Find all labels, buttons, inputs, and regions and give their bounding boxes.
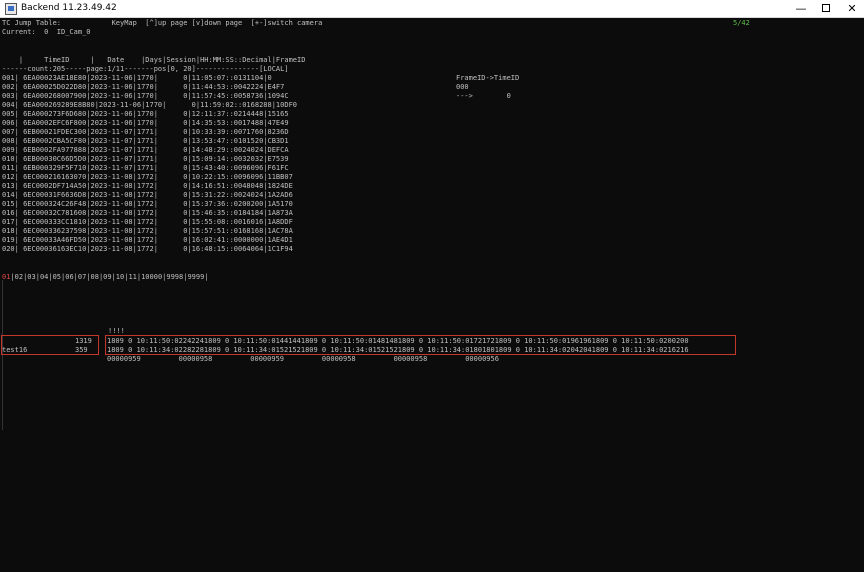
table-row: 016| 6EC00032C781608|2023-11-08|1772| 0|… (2, 209, 293, 217)
table-row: 004| 6EA000269289E8B80|2023-11-06|1770| … (2, 101, 298, 109)
page-counter: 5/42 (733, 19, 750, 27)
window-title: Backend 11.23.49.42 (21, 3, 117, 13)
scroll-guide (2, 280, 3, 430)
current-camera-line: Current: 0 ID_Cam_0 (2, 28, 91, 36)
table-row: 009| 6EB0002FA977888|2023-11-07|1771| 0|… (2, 146, 289, 154)
table-row: 013| 6EC0002DF714A50|2023-11-08|1772| 0|… (2, 182, 293, 190)
stream-row-2-count: 359 (75, 346, 88, 354)
page-list[interactable]: 01|02|03|04|05|06|07|08|09|10|11|10000|9… (2, 273, 209, 282)
table-row: 007| 6EB00021FDEC300|2023-11-07|1771| 0|… (2, 128, 289, 136)
maximize-button[interactable] (812, 0, 840, 18)
table-row: 001| 6EA00023AE18E80|2023-11-06|1770| 0|… (2, 74, 272, 82)
console-app-icon (5, 3, 17, 15)
stream-row-1-count: 1319 (75, 337, 92, 345)
table-row: 019| 6EC00033A46FD50|2023-11-08|1772| 0|… (2, 236, 293, 244)
table-column-headers: | TimeID | Date |Days|Session|HH:MM:SS::… (2, 56, 306, 64)
title-bar[interactable]: Backend 11.23.49.42 — ✕ (0, 0, 864, 18)
table-row: 005| 6EA000273F6D680|2023-11-06|1770| 0|… (2, 110, 289, 118)
console-window: Backend 11.23.49.42 — ✕ TC Jump Table: K… (0, 0, 864, 572)
table-row: 018| 6EC000336237598|2023-11-08|1772| 0|… (2, 227, 293, 235)
close-button[interactable]: ✕ (838, 0, 864, 18)
maximize-icon (822, 4, 830, 12)
table-row: 011| 6EB000329F5F710|2023-11-07|1771| 0|… (2, 164, 289, 172)
table-row: 015| 6EC000324C26F48|2023-11-08|1772| 0|… (2, 200, 293, 208)
table-row: 010| 6EB00030C66D5D0|2023-11-07|1771| 0|… (2, 155, 289, 163)
header-line: TC Jump Table: KeyMap [^]up page [v]down… (2, 19, 323, 27)
table-row: 012| 6EC000216163070|2023-11-08|1772| 0|… (2, 173, 293, 181)
table-row: 017| 6EC000333CC1810|2023-11-08|1772| 0|… (2, 218, 293, 226)
stream-row-1-data: 1809 0 10:11:50:02242241809 0 10:11:50:0… (107, 337, 689, 345)
table-row: 020| 6EC00036163EC10|2023-11-08|1772| 0|… (2, 245, 293, 253)
table-row: 003| 6EA000268007900|2023-11-06|1770| 0|… (2, 92, 289, 100)
table-row: 014| 6EC00031F6636D8|2023-11-08|1772| 0|… (2, 191, 293, 199)
other-pages[interactable]: |02|03|04|05|06|07|08|09|10|11|10000|999… (10, 273, 208, 281)
stream-row-2-label: test16 (2, 346, 28, 354)
table-row: 002| 6EA00025D022D80|2023-11-06|1770| 0|… (2, 83, 285, 91)
frame-to-time-result: ---> 0 (456, 92, 511, 100)
table-row: 006| 6EA0002EFC6F800|2023-11-06|1770| 0|… (2, 119, 289, 127)
frame-to-time-value: 000 (456, 83, 469, 91)
stream-footer: 00000959 00000958 00000959 00000958 0000… (107, 355, 499, 363)
minimize-button[interactable]: — (787, 0, 815, 18)
frame-to-time-label: FrameID->TimeID (456, 74, 520, 82)
stream-row-2-data: 1809 0 10:11:34:02282281809 0 10:11:34:0… (107, 346, 689, 354)
table-summary-line: ------count:205-----page:1/11-------pos[… (2, 65, 289, 73)
table-row: 008| 6EB0002CBA5CF80|2023-11-07|1771| 0|… (2, 137, 289, 145)
